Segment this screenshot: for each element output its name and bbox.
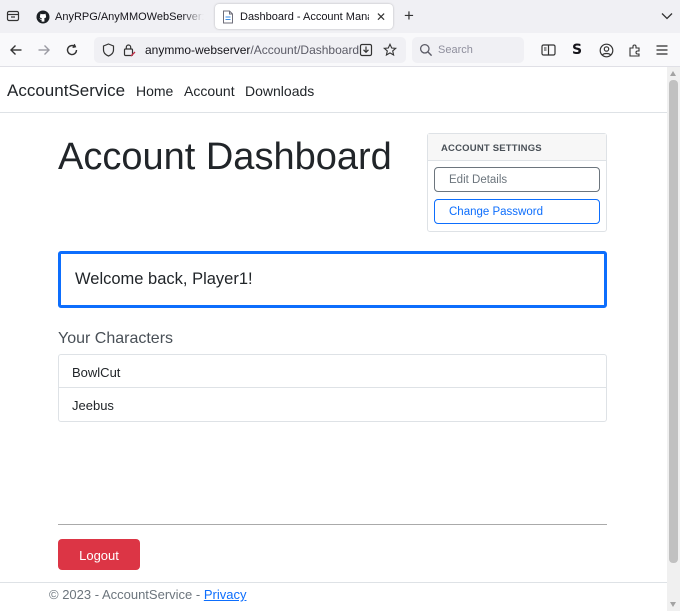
reload-icon[interactable] (63, 41, 81, 59)
tab-dashboard[interactable]: Dashboard - Account Manager ✕ (215, 4, 393, 29)
divider (58, 524, 607, 525)
tab-title: AnyRPG/AnyMMOWebServer: A (55, 10, 204, 23)
chevron-down-icon[interactable] (659, 8, 675, 24)
menu-icon[interactable] (653, 41, 671, 59)
edit-details-button[interactable]: Edit Details (434, 167, 600, 192)
scroll-down-icon[interactable] (670, 602, 676, 607)
characters-heading: Your Characters (58, 330, 174, 347)
welcome-banner: Welcome back, Player1! (58, 251, 607, 308)
tab-github[interactable]: AnyRPG/AnyMMOWebServer: A (30, 4, 210, 29)
logout-button[interactable]: Logout (58, 539, 140, 570)
search-input[interactable]: Search (412, 37, 524, 63)
account-settings-card: ACCOUNT SETTINGS Edit Details Change Pas… (427, 133, 607, 232)
character-list: BowlCut Jeebus (58, 354, 607, 422)
extension-s-icon[interactable]: S (568, 41, 586, 59)
page-icon (221, 10, 235, 24)
save-page-icon[interactable] (358, 42, 374, 58)
nav-link-home[interactable]: Home (136, 83, 173, 99)
site-brand[interactable]: AccountService (7, 81, 125, 101)
address-bar[interactable]: anymmo-webserver/Account/Dashboard (94, 37, 406, 63)
change-password-button[interactable]: Change Password (434, 199, 600, 224)
back-icon[interactable] (7, 41, 25, 59)
new-tab-icon[interactable]: + (400, 6, 418, 25)
browser-toolbar: anymmo-webserver/Account/Dashboard Searc… (0, 33, 680, 67)
footer-text: © 2023 - AccountService - (49, 587, 204, 602)
url-path: /Account/Dashboard (250, 43, 360, 57)
account-settings-heading: ACCOUNT SETTINGS (428, 134, 606, 161)
page-title: Account Dashboard (58, 136, 392, 178)
scroll-up-icon[interactable] (670, 71, 676, 76)
tab-list-icon[interactable] (4, 7, 22, 25)
list-item[interactable]: Jeebus (59, 388, 606, 421)
page-scrollbar[interactable] (667, 67, 680, 611)
forward-icon[interactable] (35, 41, 53, 59)
url-host: anymmo-webserver (145, 43, 251, 57)
github-icon (36, 10, 50, 24)
extensions-puzzle-icon[interactable] (626, 41, 644, 59)
welcome-prefix: Welcome back, (75, 270, 193, 288)
close-tab-icon[interactable]: ✕ (375, 10, 387, 24)
list-item[interactable]: BowlCut (59, 355, 606, 388)
footer: © 2023 - AccountService - Privacy (49, 587, 246, 602)
tab-title: Dashboard - Account Manager (240, 10, 369, 23)
nav-link-downloads[interactable]: Downloads (245, 83, 314, 99)
reader-view-icon[interactable] (539, 41, 557, 59)
page-viewport: AccountService Home Account Downloads Ac… (0, 67, 667, 611)
privacy-link[interactable]: Privacy (204, 587, 247, 602)
account-icon[interactable] (597, 41, 615, 59)
browser-tab-bar: AnyRPG/AnyMMOWebServer: A Dashboard - Ac… (0, 0, 680, 33)
footer-divider (0, 582, 667, 583)
url-text[interactable]: anymmo-webserver/Account/Dashboard (145, 43, 359, 57)
bookmark-star-icon[interactable] (382, 42, 398, 58)
lock-icon[interactable] (121, 42, 137, 58)
search-icon (419, 43, 433, 57)
player-name: Player1 (192, 270, 249, 288)
site-navbar: AccountService Home Account Downloads (0, 67, 667, 113)
scrollbar-thumb[interactable] (669, 80, 678, 563)
welcome-suffix: ! (248, 270, 253, 288)
nav-link-account[interactable]: Account (184, 83, 235, 99)
search-placeholder: Search (438, 44, 473, 56)
shield-icon[interactable] (100, 42, 116, 58)
